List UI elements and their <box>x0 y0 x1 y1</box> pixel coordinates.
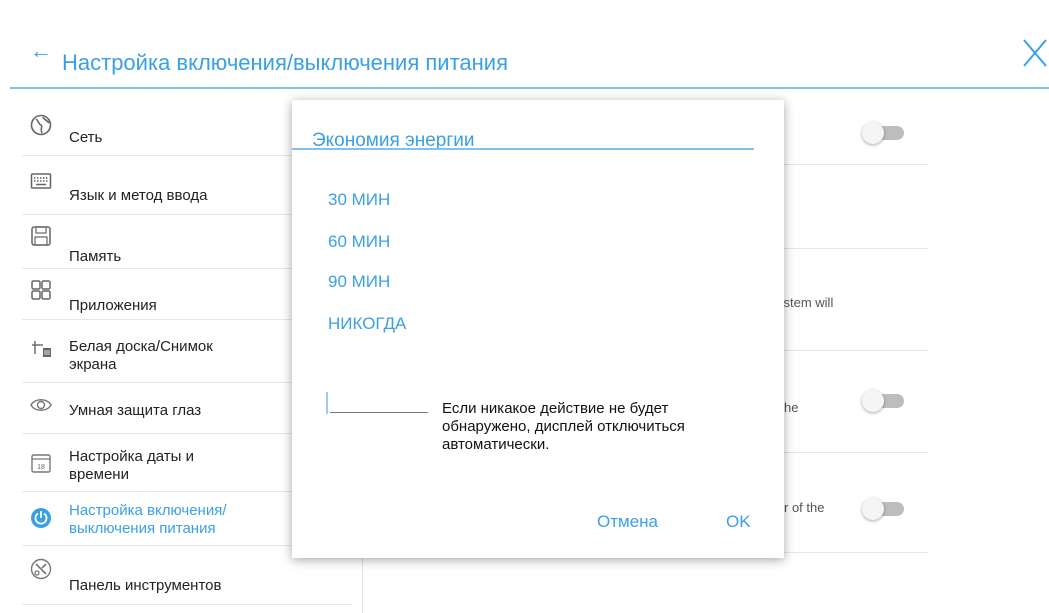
sidebar-item-label: Умная защита глаз <box>69 402 202 419</box>
dialog-title-divider <box>292 148 754 150</box>
calendar-day: 18 <box>37 464 45 471</box>
option-90-min[interactable]: 90 МИН <box>328 272 390 292</box>
setting-description-fragment: he <box>784 400 799 415</box>
toggle-switch-2[interactable] <box>862 390 904 412</box>
globe-icon <box>30 114 52 136</box>
sidebar-item-label-line2: экрана <box>69 356 117 373</box>
option-60-min[interactable]: 60 МИН <box>328 232 390 252</box>
whiteboard-screenshot-icon <box>32 341 51 357</box>
apps-grid-icon <box>31 280 51 300</box>
ok-button[interactable]: OK <box>726 512 751 532</box>
option-never[interactable]: НИКОГДА <box>328 314 406 334</box>
back-arrow-icon[interactable]: ← <box>30 40 52 62</box>
eye-icon <box>30 399 52 411</box>
keyboard-icon <box>30 173 52 189</box>
toggle-switch-3[interactable] <box>862 498 904 520</box>
cancel-button[interactable]: Отмена <box>597 512 658 532</box>
top-bar: ← Настройка включения/выключения питания <box>0 0 1049 88</box>
storage-icon <box>31 226 51 246</box>
sidebar-item-label: Панель инструментов <box>69 577 222 594</box>
calendar-icon: 18 <box>31 454 51 473</box>
text-cursor <box>326 392 328 414</box>
callout-text-line1: Если никакое действие не будет <box>442 400 669 417</box>
energy-saving-dialog: Экономия энергии 30 МИН 60 МИН 90 МИН НИ… <box>292 100 784 558</box>
callout-text: Если никакое действие не будет обнаружен… <box>442 400 772 454</box>
sidebar-item-label: Приложения <box>69 297 157 314</box>
toggle-switch-1[interactable] <box>862 122 904 144</box>
page-title: Настройка включения/выключения питания <box>62 50 508 75</box>
callout-text-line3: автоматически. <box>442 436 550 453</box>
sidebar-item-label-line1: Белая доска/Снимок <box>69 338 213 355</box>
sidebar-item-label: Сеть <box>69 129 103 146</box>
setting-description-fragment: ystem will <box>777 295 834 310</box>
callout-text-line2: обнаружено, дисплей отключиться <box>442 418 685 435</box>
setting-description-fragment: r of the <box>784 500 825 515</box>
close-icon[interactable] <box>1022 36 1048 70</box>
sidebar-item-label-line1: Настройка даты и <box>69 448 194 465</box>
sidebar-item-label: Язык и метод ввода <box>69 187 208 204</box>
toolbar-icon <box>30 558 52 580</box>
sidebar-item-label: Память <box>69 248 122 265</box>
power-settings-icon <box>31 508 51 528</box>
title-divider <box>10 87 1049 89</box>
sidebar-item-label-line1: Настройка включения/ <box>69 502 227 519</box>
callout-line <box>330 412 428 413</box>
sidebar-item-label-line2: времени <box>69 466 129 483</box>
option-30-min[interactable]: 30 МИН <box>328 190 390 210</box>
sidebar-item-label-line2: выключения питания <box>69 520 216 537</box>
